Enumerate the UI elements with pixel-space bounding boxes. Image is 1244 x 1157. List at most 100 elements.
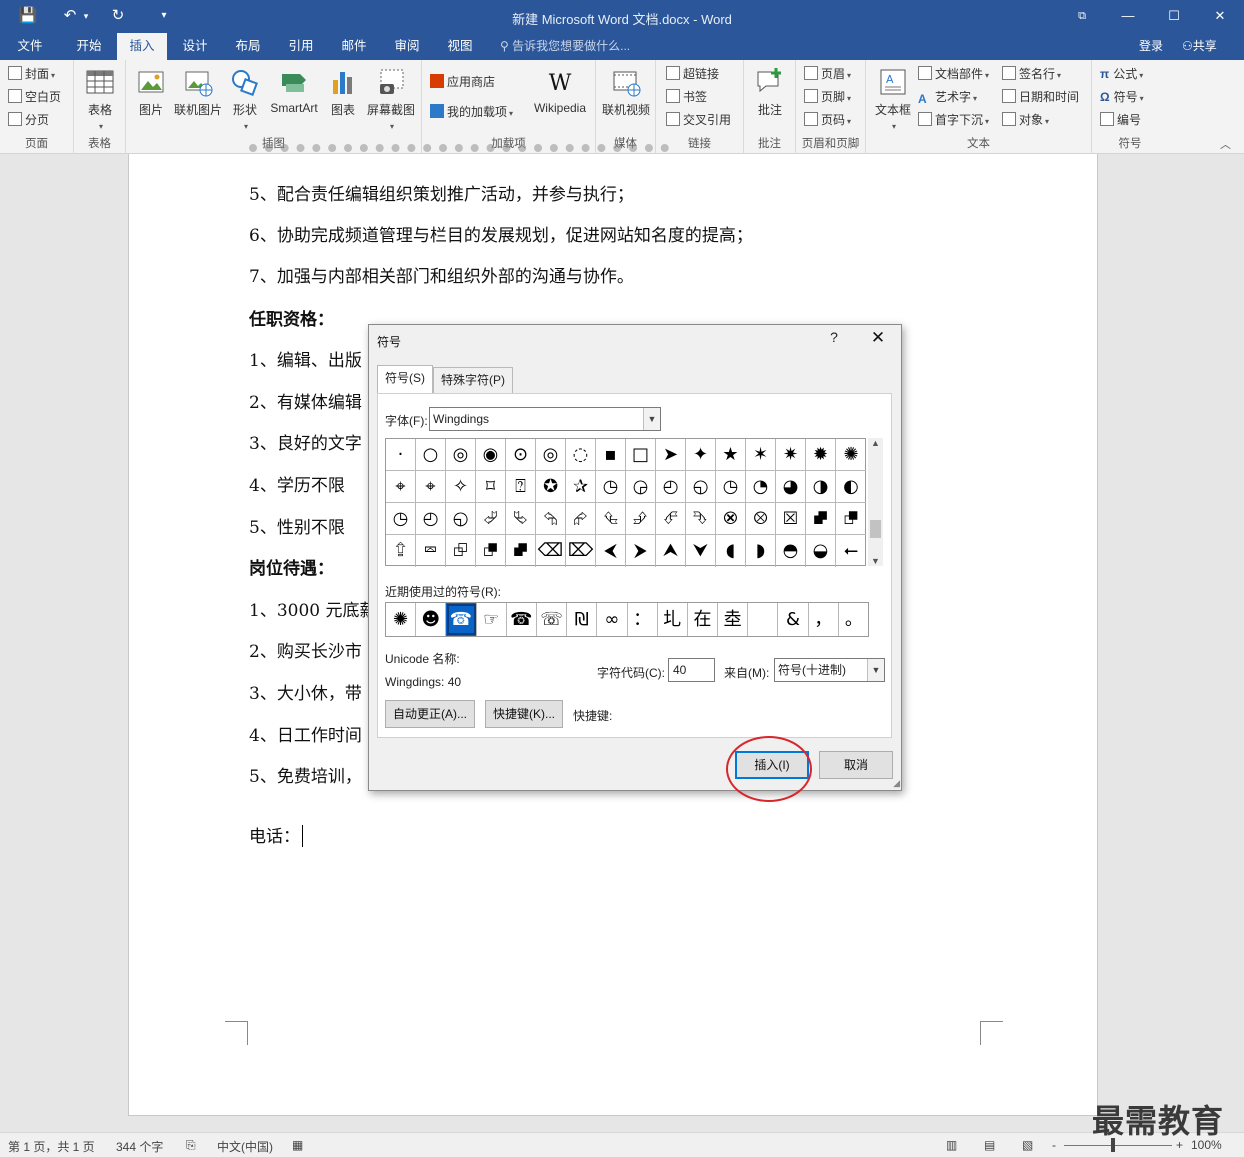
wordart-button[interactable]: A 艺术字 ▾ [918,87,977,107]
symbol-cell[interactable]: ⭠ [836,535,866,567]
symbol-cell[interactable]: ⮜ [596,535,626,567]
symbol-cell[interactable]: ⮾ [746,503,776,535]
zoom-slider-track[interactable] [1064,1145,1172,1146]
bookmark-button[interactable]: 书签 [666,87,707,107]
scroll-up-icon[interactable]: ▲ [868,438,883,448]
shapes-button[interactable]: 形状 ▾ [228,66,262,132]
new-comment-button[interactable]: 批注 [752,66,788,118]
symbol-button[interactable]: Ω 符号 ▾ [1100,87,1144,107]
symbol-cell[interactable]: ◒ [806,535,836,567]
recent-symbol-cell[interactable]: 在 [688,603,719,636]
scroll-down-icon[interactable]: ▼ [868,556,883,566]
symbol-cell[interactable]: ⮻ [476,535,506,567]
symbol-cell[interactable]: ⮼ [506,535,536,567]
cancel-button[interactable]: 取消 [819,751,893,779]
recent-symbol-cell[interactable]: ☎ [507,603,537,636]
text-box-button[interactable]: A 文本框 ▾ [870,66,916,132]
recent-symbol-cell[interactable]: ☞ [477,603,507,636]
tab-symbols[interactable]: 符号(S) [377,365,433,394]
symbol-cell[interactable]: ⌑ [476,471,506,503]
my-addins-button[interactable]: 我的加载项 ▾ [430,102,513,122]
signature-line-button[interactable]: 签名行 ▾ [1002,64,1061,84]
print-layout-icon[interactable]: ▤ [984,1138,995,1152]
symbol-cell[interactable]: ✦ [686,439,716,471]
object-button[interactable]: 对象 ▾ [1002,110,1049,130]
word-count[interactable]: 344 个字 [116,1138,163,1155]
macro-icon[interactable]: ▦ [292,1138,303,1152]
symbol-cell[interactable]: ⌫ [536,535,566,567]
symbol-cell[interactable]: ⮳ [566,503,596,535]
recent-symbol-cell[interactable]: ∞ [597,603,628,636]
symbol-cell[interactable]: ✶ [746,439,776,471]
page-break-button[interactable]: 分页 [8,110,49,130]
symbol-cell[interactable]: ◷ [386,503,416,535]
recent-symbol-cell[interactable]: ✺ [386,603,417,636]
tab-home[interactable]: 开始 [64,33,114,60]
symbol-cell[interactable]: ⮵ [626,503,656,535]
symbol-cell[interactable]: ◓ [776,535,806,567]
tab-view[interactable]: 视图 [435,33,485,60]
tab-review[interactable]: 审阅 [382,33,432,60]
equation-button[interactable]: π 公式 ▾ [1100,64,1143,84]
symbol-cell[interactable]: ◴ [656,471,686,503]
symbol-cell[interactable]: ⮟ [686,535,716,567]
recent-symbol-cell[interactable]: 坴 [718,603,749,636]
chart-button[interactable]: 图表 [326,66,360,118]
shortcut-key-button[interactable]: 快捷键(K)... [485,700,563,728]
recent-symbol-cell[interactable]: ☻ [416,603,447,636]
symbol-cell[interactable]: ◖ [716,535,746,567]
store-button[interactable]: 应用商店 [430,72,495,92]
number-button[interactable]: 编号 [1100,110,1141,130]
wikipedia-button[interactable]: W Wikipedia [528,66,592,115]
symbol-cell[interactable]: ⮶ [656,503,686,535]
symbol-cell[interactable]: ⍰ [506,471,536,503]
close-window-button[interactable]: ✕ [1200,4,1240,28]
date-time-button[interactable]: 日期和时间 [1002,87,1079,107]
char-code-input[interactable]: 40 [668,658,715,682]
symbol-cell[interactable]: ◶ [626,471,656,503]
scroll-thumb[interactable] [870,520,881,538]
online-video-button[interactable]: 联机视频 [600,66,652,118]
quick-parts-button[interactable]: 文档部件 ▾ [918,64,989,84]
sign-in-link[interactable]: 登录 [1139,33,1163,60]
symbol-cell[interactable]: ◴ [416,503,446,535]
recent-symbol-cell[interactable]: ☏ [537,603,568,636]
tab-layout[interactable]: 布局 [223,33,273,60]
symbol-cell[interactable]: ⮿ [716,503,746,535]
proofing-icon[interactable]: ⎘ [186,1138,196,1153]
recent-symbol-cell[interactable]: 圠 [658,603,688,636]
symbol-cell[interactable]: ⮽ [776,503,806,535]
footer-button[interactable]: 页脚 ▾ [804,87,851,107]
symbol-cell[interactable]: ◗ [746,535,776,567]
symbol-cell[interactable]: ⮺ [446,535,476,567]
symbol-cell[interactable]: ⮻ [836,503,866,535]
recent-symbol-cell[interactable]: ₪ [567,603,598,636]
symbol-cell[interactable]: ✪ [536,471,566,503]
symbol-cell[interactable]: ⮸ [386,535,416,567]
symbol-cell[interactable]: ◎ [536,439,566,471]
help-button[interactable]: ? [824,329,844,345]
symbol-cell[interactable]: ◵ [446,503,476,535]
symbol-cell[interactable]: ◔ [746,471,776,503]
tab-special-characters[interactable]: 特殊字符(P) [433,367,513,393]
symbol-cell[interactable]: ○ [416,439,446,471]
symbol-cell[interactable]: ⮝ [656,535,686,567]
symbol-cell[interactable]: □ [626,439,656,471]
language[interactable]: 中文(中国) [217,1138,273,1155]
tab-references[interactable]: 引用 [276,33,326,60]
symbol-cell[interactable]: ⌖ [386,471,416,503]
recent-symbol-cell[interactable]: 。 [839,603,869,636]
tab-file[interactable]: 文件 [6,33,54,60]
symbol-cell[interactable]: ◷ [716,471,746,503]
symbol-cell[interactable]: ⮞ [626,535,656,567]
symbol-cell[interactable]: ★ [716,439,746,471]
symbol-cell[interactable]: ⌦ [566,535,596,567]
symbol-cell[interactable]: ◌ [566,439,596,471]
symbol-grid-scrollbar[interactable]: ▲ ▼ [868,438,883,566]
symbol-cell[interactable]: ◷ [596,471,626,503]
symbol-cell[interactable]: ✷ [776,439,806,471]
symbol-cell[interactable]: ⮼ [806,503,836,535]
symbol-cell[interactable]: ✹ [806,439,836,471]
symbol-cell[interactable]: ✰ [566,471,596,503]
symbol-cell[interactable]: ⮷ [686,503,716,535]
